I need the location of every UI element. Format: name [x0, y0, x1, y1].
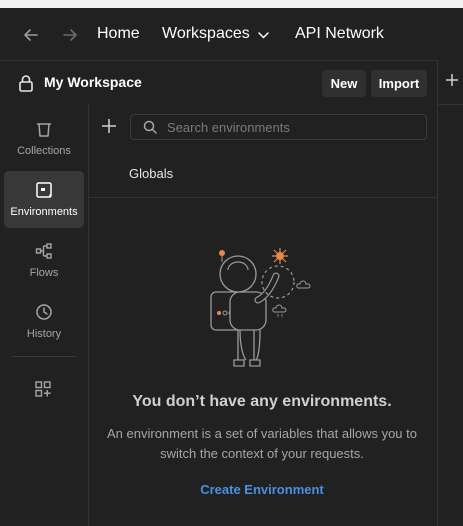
globals-label: Globals	[129, 166, 174, 181]
top-navigation-bar: Home Workspaces API Network	[0, 8, 463, 60]
forward-arrow-icon[interactable]	[60, 25, 80, 45]
sidebar-item-environments[interactable]: Environments	[4, 171, 84, 228]
nav-workspaces-label: Workspaces	[162, 25, 250, 42]
environment-icon	[36, 182, 52, 198]
astronaut-illustration-icon	[210, 248, 311, 367]
window-top-edge	[0, 0, 463, 8]
new-tab-plus-icon[interactable]	[445, 73, 459, 92]
tab-strip	[437, 60, 463, 526]
sidebar-item-history[interactable]: History	[4, 293, 84, 350]
nav-home-link[interactable]: Home	[97, 22, 140, 46]
sidebar-item-label: Collections	[17, 145, 71, 157]
search-input[interactable]	[167, 119, 407, 135]
add-environment-plus-icon[interactable]	[101, 118, 117, 139]
sidebar-item-label: History	[26, 328, 62, 340]
workspace-header: My Workspace New Import	[0, 60, 437, 104]
environments-toolbar	[89, 104, 437, 150]
sidebar-item-label: Environments	[10, 206, 78, 218]
history-icon	[36, 304, 52, 320]
empty-state-title: You don’t have any environments.	[132, 393, 392, 410]
back-arrow-icon[interactable]	[21, 25, 41, 45]
search-icon	[143, 120, 157, 134]
chevron-down-icon	[257, 31, 269, 39]
globals-list-item[interactable]: Globals	[89, 150, 437, 198]
divider	[438, 104, 463, 105]
create-environment-link[interactable]: Create Environment	[89, 482, 435, 497]
sidebar-item-flows[interactable]: Flows	[4, 232, 84, 289]
sidebar-item-collections[interactable]: Collections	[4, 110, 84, 167]
workspace-title[interactable]: My Workspace	[44, 74, 142, 90]
search-box	[130, 114, 427, 140]
flows-icon	[35, 243, 52, 259]
configure-sidebar-icon[interactable]	[34, 380, 52, 403]
divider	[12, 356, 76, 357]
lock-icon	[18, 74, 34, 97]
empty-state-description: An environment is a set of variables tha…	[107, 426, 417, 461]
nav-workspaces-menu[interactable]: Workspaces	[162, 22, 269, 46]
nav-api-network-link[interactable]: API Network	[295, 22, 384, 46]
trash-bin-icon	[37, 123, 51, 137]
import-button[interactable]: Import	[371, 70, 427, 97]
new-button[interactable]: New	[322, 70, 366, 97]
sidebar: Collections Environments Flows History	[0, 104, 89, 526]
sidebar-item-label: Flows	[29, 267, 59, 279]
